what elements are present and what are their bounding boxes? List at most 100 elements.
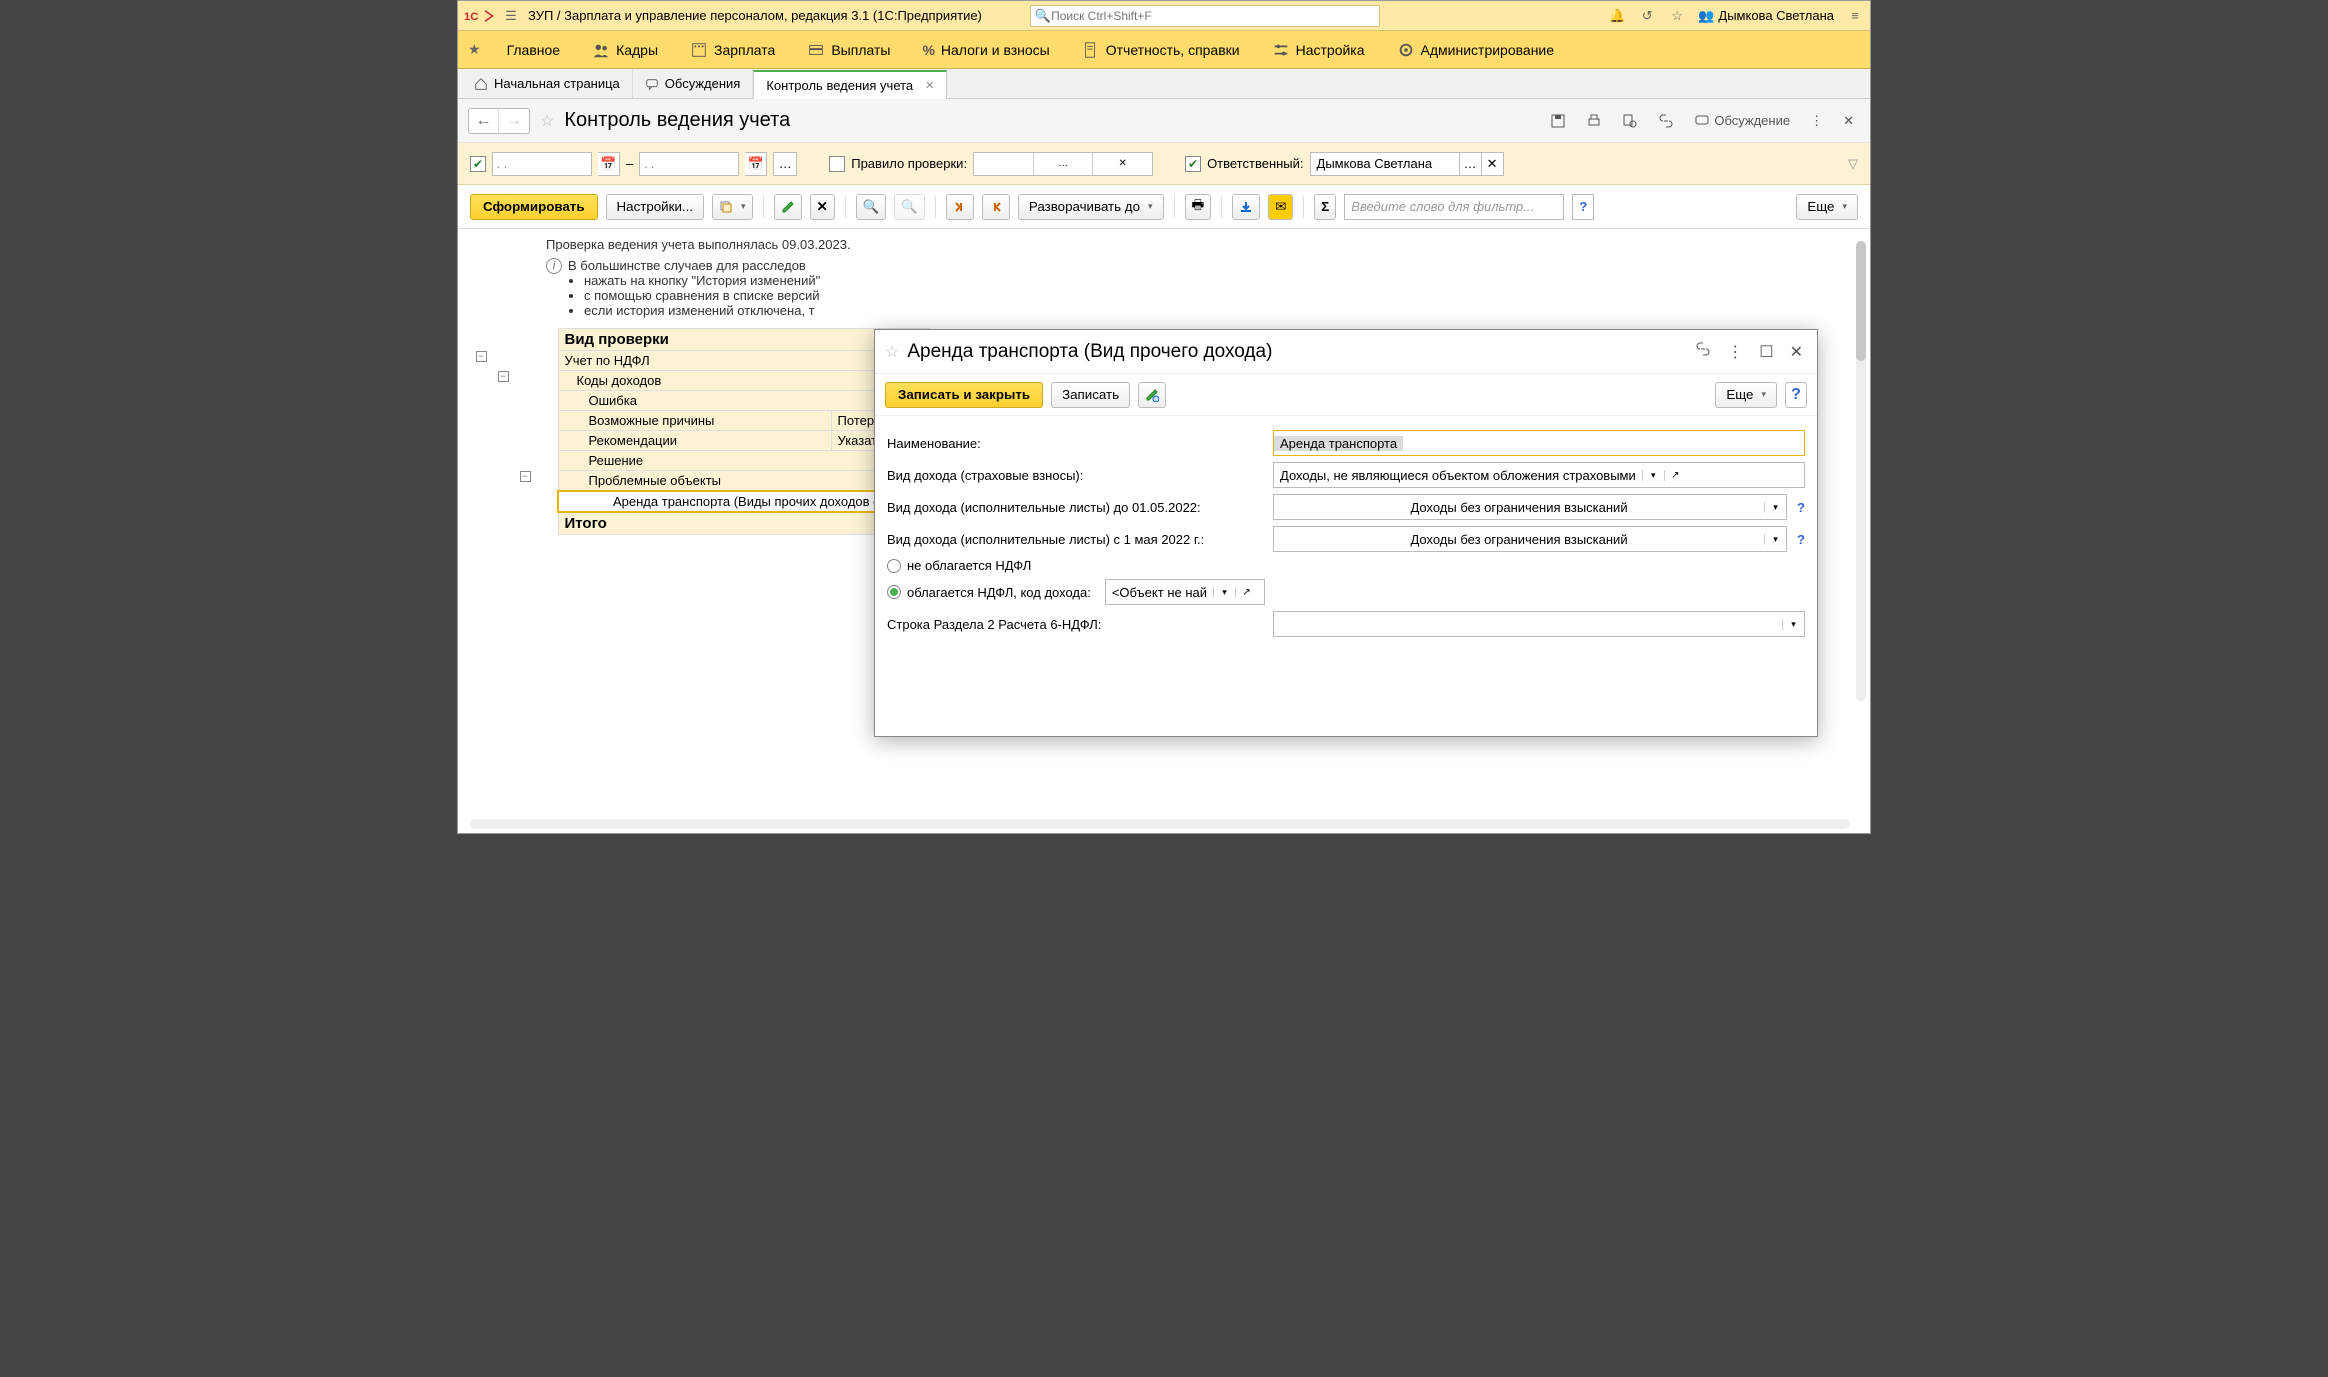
- collapse-button[interactable]: [946, 194, 974, 220]
- menu-lines-icon[interactable]: ≡: [1846, 7, 1864, 25]
- dropdown-icon[interactable]: ▾: [1764, 502, 1786, 513]
- maximize-icon[interactable]: ☐: [1755, 338, 1777, 366]
- write-close-button[interactable]: Записать и закрыть: [885, 382, 1043, 408]
- dropdown-icon[interactable]: ▾: [1642, 470, 1664, 481]
- exec2-field[interactable]: Доходы без ограничения взысканий ▾: [1273, 526, 1787, 552]
- rule-field[interactable]: …✕: [973, 152, 1153, 176]
- more-button[interactable]: Еще: [1796, 194, 1858, 220]
- favorites-star[interactable]: ★: [458, 41, 491, 58]
- help-button[interactable]: ?: [1785, 382, 1807, 408]
- radio-notax[interactable]: [887, 559, 901, 573]
- user-menu[interactable]: 👥 Дымкова Светлана: [1698, 8, 1834, 24]
- back-button[interactable]: ←: [469, 109, 499, 133]
- date-to-input[interactable]: . .: [639, 152, 739, 176]
- help-icon[interactable]: ?: [1797, 500, 1805, 515]
- tab-control[interactable]: Контроль ведения учета✕: [753, 70, 947, 99]
- menu-reports[interactable]: Отчетность, справки: [1066, 31, 1256, 68]
- exec1-field[interactable]: Доходы без ограничения взысканий ▾: [1273, 494, 1787, 520]
- generate-button[interactable]: Сформировать: [470, 194, 598, 220]
- expand-button[interactable]: [982, 194, 1010, 220]
- menu-admin[interactable]: Администрирование: [1381, 31, 1571, 68]
- help-button[interactable]: ?: [1572, 194, 1594, 220]
- hamburger-icon[interactable]: ☰: [502, 7, 520, 25]
- app-title: ЗУП / Зарплата и управление персоналом, …: [528, 8, 982, 23]
- filter-input[interactable]: Введите слово для фильтр...: [1344, 194, 1564, 220]
- ellipsis-icon[interactable]: …: [1033, 153, 1093, 175]
- dropdown-icon[interactable]: ▾: [1213, 587, 1235, 598]
- tab-home[interactable]: Начальная страница: [462, 69, 633, 98]
- resp-checkbox[interactable]: ✔: [1185, 156, 1201, 172]
- help-icon[interactable]: ?: [1797, 532, 1805, 547]
- forward-button[interactable]: →: [499, 109, 529, 133]
- link-icon[interactable]: [1691, 337, 1715, 366]
- settings-button[interactable]: Настройки...: [606, 194, 704, 220]
- bell-icon[interactable]: 🔔: [1608, 7, 1626, 25]
- menu-taxes[interactable]: %Налоги и взносы: [906, 31, 1065, 68]
- scrollbar-vertical[interactable]: [1856, 241, 1866, 701]
- page-header: ← → ☆ Контроль ведения учета Обсуждение …: [458, 99, 1870, 143]
- clear-button[interactable]: ✕: [810, 194, 835, 220]
- print-icon[interactable]: [1580, 109, 1608, 133]
- close-icon[interactable]: ✕: [1786, 338, 1807, 366]
- date-checkbox[interactable]: ✔: [470, 156, 486, 172]
- dropdown-icon[interactable]: ▾: [1782, 619, 1804, 630]
- clear-icon[interactable]: ✕: [1482, 152, 1504, 176]
- sum-button[interactable]: Σ: [1314, 194, 1336, 220]
- open-icon[interactable]: ↗: [1664, 470, 1686, 481]
- zoom-in-button[interactable]: 🔍: [856, 194, 887, 220]
- row-reasons[interactable]: Возможные причины: [558, 411, 831, 431]
- save-icon[interactable]: [1544, 109, 1572, 133]
- scrollbar-horizontal[interactable]: [470, 819, 1850, 829]
- open-icon[interactable]: ↗: [1235, 587, 1257, 598]
- history-button[interactable]: [1138, 382, 1166, 408]
- discussion-button[interactable]: Обсуждение: [1688, 109, 1796, 133]
- date-more-button[interactable]: …: [773, 152, 797, 176]
- menu-main[interactable]: Главное: [491, 31, 577, 68]
- rule-checkbox[interactable]: ✔: [829, 156, 845, 172]
- menu-settings[interactable]: Настройка: [1256, 31, 1381, 68]
- zoom-out-button[interactable]: 🔍: [894, 194, 925, 220]
- resp-value[interactable]: Дымкова Светлана: [1310, 152, 1460, 176]
- tree-collapse-icon[interactable]: −: [498, 371, 509, 382]
- copy-settings-button[interactable]: [712, 194, 753, 220]
- tree-collapse-icon[interactable]: −: [476, 351, 487, 362]
- email-button[interactable]: ✉: [1268, 194, 1293, 220]
- insurance-field[interactable]: Доходы, не являющиеся объектом обложения…: [1273, 462, 1805, 488]
- favorite-star-icon[interactable]: ☆: [885, 342, 899, 362]
- close-icon[interactable]: ✕: [925, 79, 934, 92]
- menu-payouts[interactable]: Выплаты: [791, 31, 906, 68]
- section2-field[interactable]: ▾: [1273, 611, 1805, 637]
- expand-to-button[interactable]: Разворачивать до: [1018, 194, 1164, 220]
- menu-salary[interactable]: Зарплата: [674, 31, 791, 68]
- tab-discussions[interactable]: Обсуждения: [633, 69, 754, 98]
- more-button[interactable]: Еще: [1715, 382, 1777, 408]
- dropdown-icon[interactable]: ▾: [1764, 534, 1786, 545]
- filter-funnel-icon[interactable]: ▽: [1848, 156, 1858, 172]
- date-from-input[interactable]: . .: [492, 152, 592, 176]
- tree-collapse-icon[interactable]: −: [520, 471, 531, 482]
- report-info-line: Проверка ведения учета выполнялась 09.03…: [470, 237, 1858, 252]
- calendar-icon[interactable]: 📅: [745, 152, 767, 176]
- favorite-star-icon[interactable]: ☆: [540, 111, 554, 131]
- write-button[interactable]: Записать: [1051, 382, 1130, 408]
- global-search[interactable]: 🔍: [1030, 5, 1380, 27]
- more-icon[interactable]: ⋮: [1804, 109, 1829, 133]
- link-icon[interactable]: [1652, 109, 1680, 133]
- history-icon[interactable]: ↺: [1638, 7, 1656, 25]
- star-icon[interactable]: ☆: [1668, 7, 1686, 25]
- menu-personnel[interactable]: Кадры: [576, 31, 674, 68]
- close-icon[interactable]: ✕: [1837, 109, 1860, 133]
- print-button[interactable]: 🖶: [1185, 194, 1212, 220]
- preview-icon[interactable]: [1616, 109, 1644, 133]
- ellipsis-icon[interactable]: …: [1460, 152, 1482, 176]
- search-input[interactable]: [1051, 9, 1375, 23]
- name-field[interactable]: Аренда транспорта: [1273, 430, 1805, 456]
- radio-tax[interactable]: [887, 585, 901, 599]
- tax-code-field[interactable]: <Объект не най ▾ ↗: [1105, 579, 1265, 605]
- clear-icon[interactable]: ✕: [1092, 153, 1152, 175]
- download-button[interactable]: [1232, 194, 1260, 220]
- more-icon[interactable]: ⋮: [1723, 338, 1747, 366]
- edit-button[interactable]: [774, 194, 802, 220]
- calendar-icon[interactable]: 📅: [598, 152, 620, 176]
- row-recom[interactable]: Рекомендации: [558, 431, 831, 451]
